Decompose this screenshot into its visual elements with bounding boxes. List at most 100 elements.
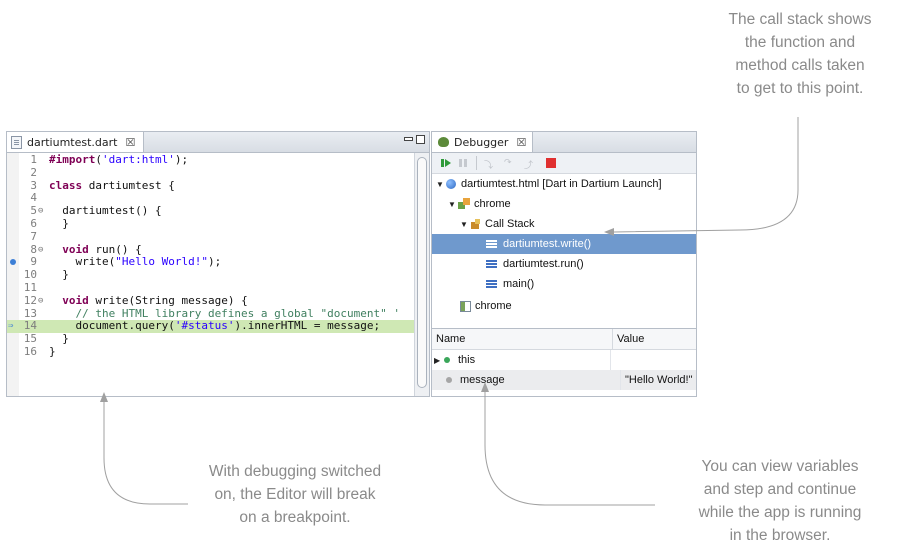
stack-frame-label: dartiumtest.write() xyxy=(503,238,592,250)
stack-frame-icon xyxy=(486,240,497,248)
debugger-view: Debugger ☒ ⤵ ↷ ⤴ ▼ dartiumtest.html [Dar… xyxy=(431,131,697,397)
line-number: 6 xyxy=(30,217,37,230)
code-text: } xyxy=(49,345,56,358)
scrollbar-thumb[interactable] xyxy=(417,157,427,388)
debug-tree: ▼ dartiumtest.html [Dart in Dartium Laun… xyxy=(432,174,696,326)
breakpoint-icon[interactable] xyxy=(10,259,16,266)
code-area[interactable]: 1 #import('dart:html'); 2 3 class dartiumtes… xyxy=(7,153,415,396)
annotation-line: With debugging switched xyxy=(208,463,382,480)
code-line[interactable]: 10 } xyxy=(7,268,415,282)
annotation-line: while the app is running xyxy=(698,504,862,521)
breakpoint-annotation: With debugging switched on, the Editor w… xyxy=(170,460,420,529)
tree-item-label: chrome xyxy=(475,300,512,312)
close-tab-icon[interactable]: ☒ xyxy=(516,136,526,149)
maximize-icon[interactable] xyxy=(416,135,425,144)
tree-item-label: dartiumtest.html [Dart in Dartium Launch… xyxy=(461,178,662,190)
code-line[interactable]: 15 } xyxy=(7,332,415,346)
editor-tab-bar: dartiumtest.dart ☒ xyxy=(7,132,429,153)
variables-leader xyxy=(484,392,655,506)
fold-icon[interactable]: ⊖ xyxy=(38,244,43,257)
stack-frame-label: dartiumtest.run() xyxy=(503,258,584,270)
local-variable-icon xyxy=(446,377,452,383)
annotation-line: on, the Editor will break xyxy=(214,486,376,503)
code-line[interactable]: 3 class dartiumtest { xyxy=(7,178,415,193)
line-number: 1 xyxy=(30,153,37,166)
tree-item-launch[interactable]: ▼ dartiumtest.html [Dart in Dartium Laun… xyxy=(432,174,696,194)
terminate-icon[interactable] xyxy=(546,158,556,168)
tree-item-label: chrome xyxy=(474,198,511,210)
annotation-line: to get to this point. xyxy=(736,80,864,97)
expanded-icon[interactable]: ▼ xyxy=(448,200,458,209)
annotation-line: and step and continue xyxy=(703,481,857,498)
annotation-line: on a breakpoint. xyxy=(239,509,351,526)
resume-icon[interactable] xyxy=(441,158,451,168)
stack-frame[interactable]: dartiumtest.run() xyxy=(432,254,696,274)
tree-item-process[interactable]: ▼ chrome xyxy=(432,194,696,214)
fold-icon[interactable]: ⊖ xyxy=(38,295,43,308)
chrome-icon xyxy=(446,179,456,189)
tree-item-call-stack[interactable]: ▼ Call Stack xyxy=(432,214,696,234)
code-text: #import('dart:html'); xyxy=(49,153,189,166)
code-editor[interactable]: dartiumtest.dart ☒ 1 #import('dart:html')… xyxy=(6,131,430,397)
collapsed-icon[interactable]: ▶ xyxy=(434,356,442,365)
code-line[interactable]: 1 #import('dart:html'); xyxy=(7,153,415,167)
code-line[interactable]: 6 } xyxy=(7,217,415,231)
stack-frame-icon xyxy=(486,260,497,268)
minimize-icon[interactable] xyxy=(404,137,413,141)
editor-tab-label: dartiumtest.dart xyxy=(27,135,118,149)
call-stack-annotation: The call stack shows the function and me… xyxy=(700,8,900,100)
step-return-icon[interactable]: ⤴ xyxy=(524,158,536,171)
variable-value xyxy=(611,350,696,370)
variable-name: this xyxy=(458,354,476,366)
code-text: } xyxy=(49,268,69,282)
debugger-tab-bar: Debugger ☒ xyxy=(432,132,696,153)
annotation-line: You can view variables xyxy=(701,458,859,475)
tree-item-label: Call Stack xyxy=(485,218,535,230)
line-number: 12 xyxy=(23,293,37,307)
code-text: class dartiumtest { xyxy=(49,178,175,192)
line-number: 11 xyxy=(23,281,37,294)
suspend-icon[interactable] xyxy=(458,158,468,168)
step-into-icon[interactable]: ⤵ xyxy=(484,158,496,171)
variable-row[interactable]: ▶ this xyxy=(432,350,696,370)
variable-row[interactable]: message "Hello World!" xyxy=(432,370,696,390)
column-header-value[interactable]: Value xyxy=(613,329,696,349)
field-icon xyxy=(444,357,450,363)
process-icon xyxy=(458,198,470,210)
close-tab-icon[interactable]: ☒ xyxy=(125,136,135,149)
annotation-line: method calls taken xyxy=(735,57,865,74)
stack-frame-icon xyxy=(486,280,497,288)
stack-frame-label: main() xyxy=(503,278,535,290)
tree-item-thread[interactable]: chrome xyxy=(432,296,696,316)
file-icon xyxy=(11,135,22,149)
code-text: document.query('#status').innerHTML = me… xyxy=(49,319,381,333)
debugger-tab[interactable]: Debugger ☒ xyxy=(432,132,534,152)
variables-view: Name Value ▶ this message "Hello World!" xyxy=(432,328,696,396)
toolbar-separator xyxy=(476,156,477,170)
annotation-line: The call stack shows xyxy=(728,11,872,28)
editor-tab[interactable]: dartiumtest.dart ☒ xyxy=(7,132,145,152)
step-over-icon[interactable]: ↷ xyxy=(504,158,516,168)
debug-toolbar: ⤵ ↷ ⤴ xyxy=(432,153,696,174)
code-text: } xyxy=(49,217,69,230)
annotation-line: the function and xyxy=(744,34,856,51)
bug-icon xyxy=(438,137,449,147)
line-number: 7 xyxy=(30,229,37,243)
expanded-icon[interactable]: ▼ xyxy=(460,220,470,229)
code-line[interactable]: 16} xyxy=(7,345,415,359)
fold-icon[interactable]: ⊖ xyxy=(38,205,43,218)
debugger-tab-label: Debugger xyxy=(454,135,509,149)
variable-value: "Hello World!" xyxy=(625,374,693,386)
code-text: write("Hello World!"); xyxy=(49,255,222,269)
call-stack-icon xyxy=(470,218,481,230)
column-header-name[interactable]: Name xyxy=(432,329,613,349)
stack-frame[interactable]: dartiumtest.write() xyxy=(432,234,696,254)
vertical-scrollbar[interactable] xyxy=(414,153,429,396)
line-number: 2 xyxy=(30,165,37,179)
stack-frame[interactable]: main() xyxy=(432,274,696,294)
line-number: 16 xyxy=(23,345,37,358)
window-controls xyxy=(404,135,425,144)
variable-name: message xyxy=(460,374,505,386)
expanded-icon[interactable]: ▼ xyxy=(436,180,446,189)
annotation-line: in the browser. xyxy=(729,527,831,544)
